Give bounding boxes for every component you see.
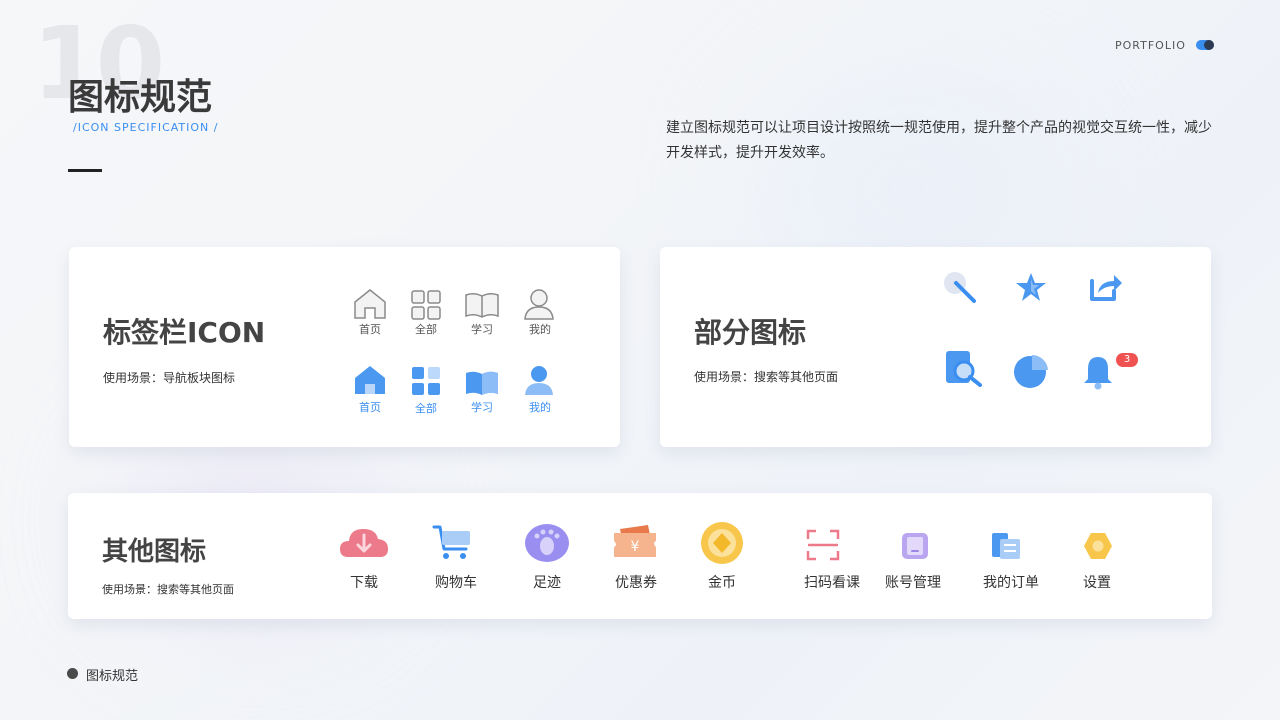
other-label-footprint: 足迹 — [533, 575, 561, 591]
search-icon[interactable] — [940, 269, 980, 305]
grid-outline-icon[interactable] — [410, 289, 442, 321]
home-outline-icon[interactable] — [352, 287, 388, 321]
other-label-scan: 扫码看课 — [804, 575, 860, 591]
doc-search-icon[interactable] — [944, 349, 984, 387]
other-label-cart: 购物车 — [435, 575, 477, 591]
user-outline-icon[interactable] — [522, 287, 556, 321]
bell-icon[interactable] — [1080, 351, 1120, 391]
other-label-download: 下载 — [350, 575, 378, 591]
book-outline-icon[interactable] — [464, 291, 500, 319]
other-label-coupon: 优惠券 — [615, 575, 657, 591]
other-label-order: 我的订单 — [983, 575, 1039, 591]
home-filled-icon[interactable] — [352, 363, 388, 397]
card-subtitle: 使用场景：搜索等其他页面 — [694, 370, 839, 384]
portfolio-label: PORTFOLIO — [1115, 39, 1186, 52]
portfolio-toggle[interactable] — [1196, 40, 1214, 50]
coin-icon[interactable] — [698, 521, 746, 565]
card-title: 部分图标 — [694, 316, 807, 349]
card-title: 其他图标 — [102, 537, 207, 567]
page-subtitle: /ICON SPECIFICATION / — [73, 121, 219, 134]
share-icon[interactable] — [1088, 271, 1124, 303]
footer-dot — [67, 668, 78, 679]
star-icon[interactable] — [1014, 271, 1048, 303]
notification[interactable]: 3 — [1080, 351, 1140, 391]
tab-label-home-active: 首页 — [359, 401, 381, 414]
card-title: 标签栏ICON — [103, 316, 266, 349]
card-subtitle: 使用场景：搜索等其他页面 — [102, 583, 234, 596]
settings-icon[interactable] — [1082, 531, 1114, 561]
grid-filled-icon[interactable] — [410, 365, 442, 397]
tab-label-study: 学习 — [471, 323, 493, 336]
footer-label: 图标规范 — [86, 669, 139, 684]
page-description: 建立图标规范可以让项目设计按照统一规范使用，提升整个产品的视觉交互统一性，减少开… — [666, 120, 1212, 161]
footprint-icon[interactable] — [524, 523, 570, 563]
page-title: 图标规范 — [68, 77, 213, 118]
other-icon-card: 其他图标 使用场景：搜索等其他页面 ¥ 下载 购物车 足迹 优惠券 金币 扫码看… — [68, 493, 1212, 619]
cart-icon[interactable] — [432, 523, 472, 563]
tab-label-all-active: 全部 — [415, 402, 437, 415]
tab-label-mine: 我的 — [529, 323, 551, 336]
coupon-icon[interactable]: ¥ — [612, 523, 658, 561]
cloud-download-icon[interactable] — [338, 523, 390, 561]
other-label-settings: 设置 — [1083, 575, 1111, 591]
svg-text:¥: ¥ — [631, 539, 640, 555]
notification-badge: 3 — [1116, 353, 1138, 367]
pie-chart-icon[interactable] — [1012, 353, 1050, 389]
order-icon[interactable] — [990, 531, 1022, 561]
partial-icon-card: 部分图标 使用场景：搜索等其他页面 3 — [660, 247, 1211, 447]
tab-label-study-active: 学习 — [471, 401, 493, 414]
card-subtitle: 使用场景：导航板块图标 — [103, 371, 236, 385]
scan-icon[interactable] — [806, 529, 840, 561]
account-icon[interactable] — [900, 531, 930, 561]
tab-label-mine-active: 我的 — [529, 401, 551, 414]
other-label-coin: 金币 — [708, 575, 736, 591]
title-divider — [68, 169, 102, 172]
book-filled-icon[interactable] — [464, 369, 500, 397]
other-label-account: 账号管理 — [885, 575, 941, 591]
tab-icon-card: 标签栏ICON 使用场景：导航板块图标 首页 全部 学习 我的 首页 全部 学习… — [69, 247, 620, 447]
tab-label-home: 首页 — [359, 323, 381, 336]
user-filled-icon[interactable] — [522, 363, 556, 397]
tab-label-all: 全部 — [415, 323, 437, 336]
